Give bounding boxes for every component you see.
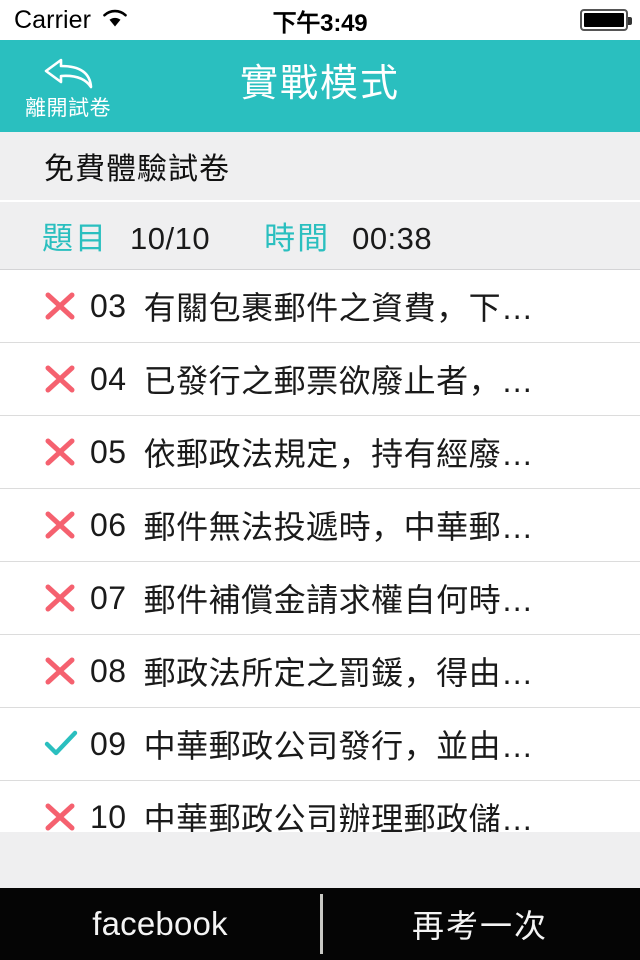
list-footer-spacer [0, 832, 640, 888]
question-number: 08 [90, 652, 127, 689]
status-bar-time: 下午3:49 [272, 9, 368, 37]
question-number: 04 [90, 360, 127, 397]
table-row[interactable]: 05 依郵政法規定，持有經廢… [0, 416, 640, 489]
elapsed-time-value: 00:38 [352, 221, 433, 256]
back-button-label: 離開試卷 [25, 96, 111, 120]
table-row[interactable]: 08 郵政法所定之罰鍰，得由… [0, 635, 640, 708]
toolbar-divider [320, 894, 323, 954]
question-number: 10 [90, 798, 127, 833]
cross-icon [44, 291, 90, 321]
question-text: 中華郵政公司發行，並由… [143, 728, 534, 764]
question-count-group: 題目 10/10 [42, 213, 210, 258]
cross-icon [44, 510, 90, 540]
question-number: 03 [90, 287, 127, 324]
cross-icon [44, 364, 90, 394]
paper-title: 免費體驗試卷 [44, 153, 230, 186]
question-number: 07 [90, 579, 127, 616]
bottom-toolbar: facebook 再考一次 [0, 888, 640, 960]
nav-bar: 離開試卷 實戰模式 [0, 40, 640, 132]
table-row[interactable]: 07 郵件補償金請求權自何時… [0, 562, 640, 635]
question-text: 郵件補償金請求權自何時… [143, 582, 534, 618]
back-button[interactable]: 離開試卷 [14, 40, 122, 132]
status-bar: Carrier 下午3:49 [0, 0, 640, 40]
paper-title-section: 免費體驗試卷 [0, 132, 640, 202]
cross-icon [44, 656, 90, 686]
status-bar-right [580, 0, 632, 40]
question-list[interactable]: 03 有關包裹郵件之資費，下… 04 已發行之郵票欲廢止者，… 05 依郵政法規定，持有經… [0, 270, 640, 832]
page-title: 實戰模式 [239, 63, 400, 105]
elapsed-time-label: 時間 [264, 221, 331, 256]
question-text: 郵件無法投遞時，中華郵… [143, 509, 534, 545]
question-number: 09 [90, 725, 127, 762]
question-count-value: 10/10 [130, 221, 211, 256]
table-row[interactable]: 03 有關包裹郵件之資費，下… [0, 270, 640, 343]
question-text: 依郵政法規定，持有經廢… [143, 436, 534, 472]
table-row[interactable]: 09 中華郵政公司發行，並由… [0, 708, 640, 781]
app-root: Carrier 下午3:49 離開試卷 實戰模式 免費體驗試卷 題目 10/10… [0, 0, 640, 960]
quiz-info-bar: 題目 10/10 時間 00:38 [0, 202, 640, 270]
question-text: 已發行之郵票欲廢止者，… [143, 363, 534, 399]
question-text: 有關包裹郵件之資費，下… [143, 290, 534, 326]
table-row[interactable]: 10 中華郵政公司辦理郵政儲… [0, 781, 640, 832]
retry-quiz-button[interactable]: 再考一次 [320, 888, 640, 960]
question-count-label: 題目 [42, 221, 108, 256]
question-number: 06 [90, 506, 127, 543]
question-text: 中華郵政公司辦理郵政儲… [143, 801, 534, 832]
table-row[interactable]: 04 已發行之郵票欲廢止者，… [0, 343, 640, 416]
question-number: 05 [90, 433, 127, 470]
back-arrow-icon [37, 54, 99, 97]
table-row[interactable]: 06 郵件無法投遞時，中華郵… [0, 489, 640, 562]
battery-full-icon [580, 9, 632, 31]
cross-icon [44, 802, 90, 832]
check-icon [44, 729, 90, 759]
facebook-share-button[interactable]: facebook [0, 888, 320, 960]
question-text: 郵政法所定之罰鍰，得由… [143, 655, 534, 691]
cross-icon [44, 583, 90, 613]
elapsed-time-group: 時間 00:38 [264, 213, 432, 258]
cross-icon [44, 437, 90, 467]
